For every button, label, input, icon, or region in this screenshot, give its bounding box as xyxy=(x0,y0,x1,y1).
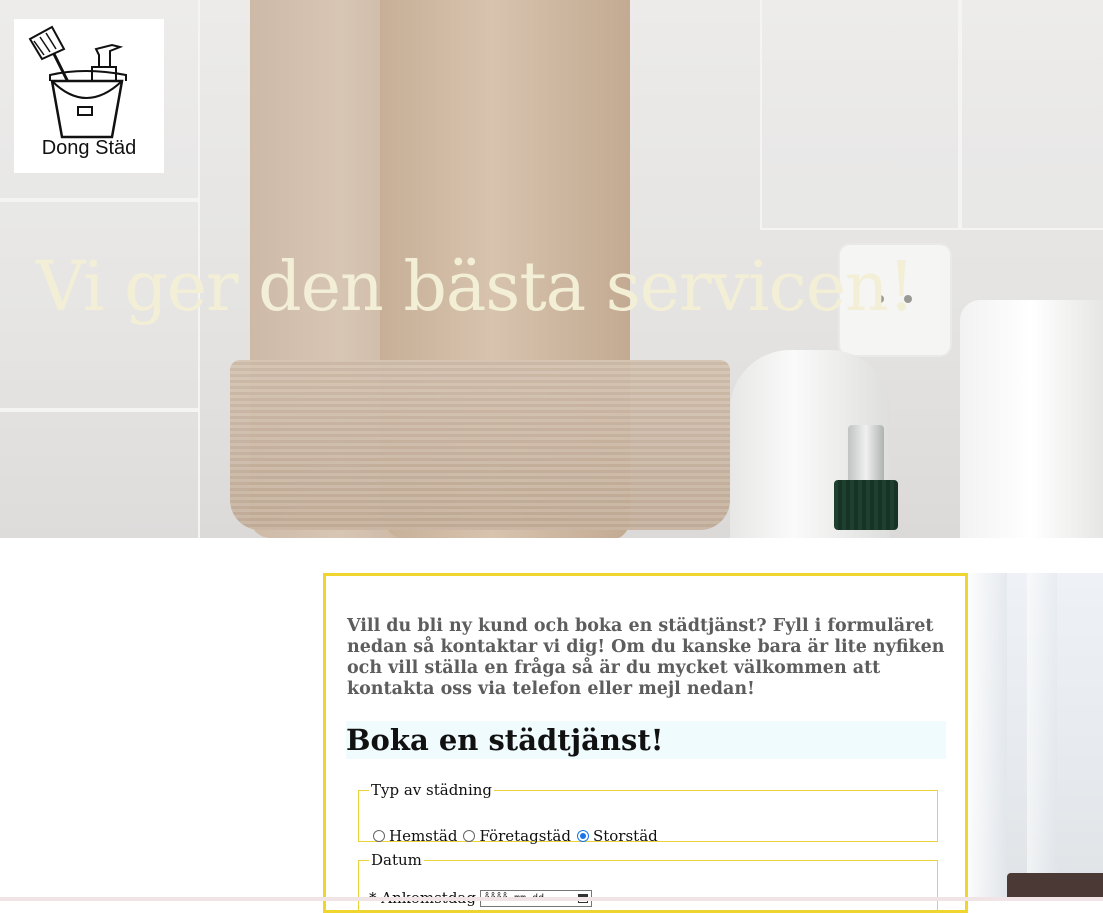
option-label: Storstäd xyxy=(592,827,658,845)
wall-tile xyxy=(760,0,960,230)
date-legend: Datum xyxy=(371,851,422,869)
spray-bottle-image xyxy=(848,425,884,485)
cleaning-bucket-icon xyxy=(28,25,127,139)
window-curtain-image xyxy=(967,573,1103,901)
date-fieldset: Datum * Ankomstdag åååå-mm-dd xyxy=(358,851,938,911)
option-storstad[interactable]: Storstäd xyxy=(576,827,658,845)
wall-tile xyxy=(0,410,200,538)
towel-image xyxy=(230,360,730,530)
cleaning-type-options: Hemstäd Företagstäd Storstäd xyxy=(373,827,664,845)
spray-bottle-image xyxy=(834,480,898,530)
booking-card: Vill du bli ny kund och boka en städtjän… xyxy=(323,573,968,913)
radio-foretagstad[interactable] xyxy=(463,830,476,842)
radio-hemstad[interactable] xyxy=(373,830,385,842)
intro-text: Vill du bli ny kund och boka en städtjän… xyxy=(347,616,945,699)
radio-storstad[interactable] xyxy=(576,830,589,842)
curtain xyxy=(967,573,1007,901)
hero-banner: Dong Städ Vi ger den bästa servicen! xyxy=(0,0,1103,538)
option-label: Företagstäd xyxy=(479,827,571,845)
option-foretagstad[interactable]: Företagstäd xyxy=(463,827,571,845)
curtain xyxy=(1027,573,1057,901)
cleaning-type-legend: Typ av städning xyxy=(371,781,493,799)
logo[interactable]: Dong Städ xyxy=(14,19,164,173)
hero-title: Vi ger den bästa servicen! xyxy=(36,248,915,327)
page-bottom-strip xyxy=(0,897,1103,901)
wall-tile xyxy=(960,0,1103,230)
option-label: Hemstäd xyxy=(389,827,458,845)
cleaning-type-fieldset: Typ av städning Hemstäd Företagstäd Stor… xyxy=(358,781,938,845)
option-hemstad[interactable]: Hemstäd xyxy=(373,827,457,845)
bottle-image xyxy=(960,300,1103,538)
booking-heading: Boka en städtjänst! xyxy=(346,721,946,759)
logo-text: Dong Städ xyxy=(41,137,137,159)
